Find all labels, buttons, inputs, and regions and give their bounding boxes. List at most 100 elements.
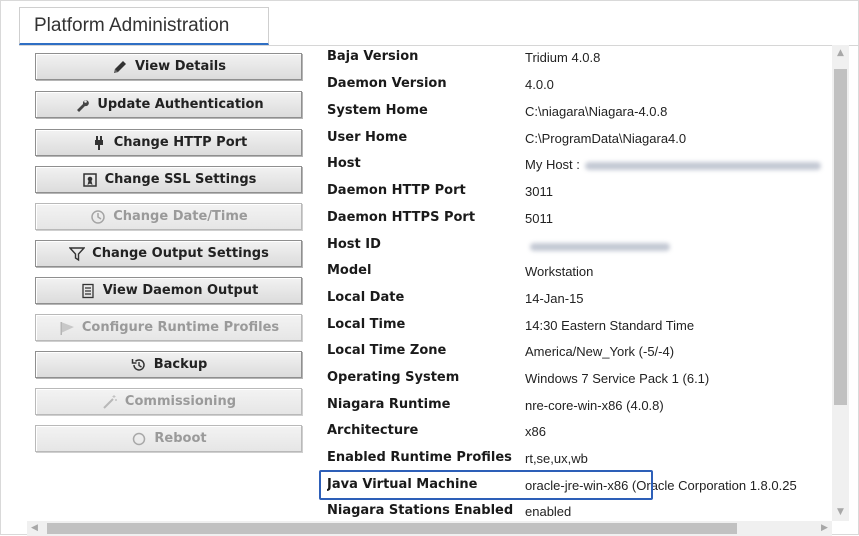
property-row: Host My Host : bbox=[327, 152, 832, 178]
button-label: Change Output Settings bbox=[92, 246, 269, 261]
redacted-value bbox=[584, 161, 821, 170]
wand-icon bbox=[101, 394, 119, 410]
change-output-settings-button[interactable]: Change Output Settings bbox=[35, 240, 302, 267]
property-row: Operating System Windows 7 Service Pack 1… bbox=[327, 366, 832, 392]
property-key: Host bbox=[327, 156, 361, 171]
property-key: Niagara Stations Enabled bbox=[327, 503, 514, 518]
property-value: 14-Jan-15 bbox=[525, 291, 584, 306]
scroll-up-arrow-icon[interactable]: ▲ bbox=[832, 45, 849, 62]
property-row: Daemon HTTPS Port 5011 bbox=[327, 206, 832, 232]
property-row: Local Date 14-Jan-15 bbox=[327, 286, 832, 312]
property-value: C:\ProgramData\Niagara4.0 bbox=[525, 131, 687, 146]
scroll-right-arrow-icon[interactable]: ▶ bbox=[817, 521, 832, 536]
property-value: America/New_York (-5/-4) bbox=[525, 344, 675, 359]
button-label: Reboot bbox=[154, 431, 207, 446]
property-value bbox=[525, 238, 670, 253]
button-label: Commissioning bbox=[124, 394, 237, 409]
vertical-scrollbar[interactable]: ▲ ▼ bbox=[832, 45, 849, 521]
view-details-button[interactable]: View Details bbox=[35, 53, 302, 80]
horizontal-scroll-thumb[interactable] bbox=[47, 523, 737, 534]
platform-admin-view: Platform Administration View Details Upda… bbox=[0, 0, 859, 536]
button-label: Configure Runtime Profiles bbox=[81, 320, 280, 335]
scroll-left-arrow-icon[interactable]: ◀ bbox=[27, 521, 42, 536]
property-row: Architecture x86 bbox=[327, 419, 832, 445]
property-value: C:\niagara\Niagara-4.0.8 bbox=[525, 104, 668, 119]
redacted-value bbox=[530, 242, 670, 251]
property-key: Baja Version bbox=[327, 49, 419, 64]
button-label: Update Authentication bbox=[97, 97, 264, 112]
button-label: Backup bbox=[153, 357, 208, 372]
change-http-port-button[interactable]: Change HTTP Port bbox=[35, 129, 302, 156]
property-value: rt,se,ux,wb bbox=[525, 451, 588, 466]
property-key: Operating System bbox=[327, 370, 460, 385]
tab-platform-administration[interactable]: Platform Administration bbox=[19, 7, 269, 45]
property-row: Niagara Stations Enabled enabled bbox=[327, 499, 832, 521]
certificate-icon bbox=[81, 172, 99, 188]
property-key: Daemon Version bbox=[327, 76, 447, 91]
property-key: Architecture bbox=[327, 423, 419, 438]
property-row: Enabled Runtime Profiles rt,se,ux,wb bbox=[327, 446, 832, 472]
plug-icon bbox=[90, 135, 108, 151]
property-key: Local Date bbox=[327, 290, 405, 305]
power-icon bbox=[130, 431, 148, 447]
property-key: User Home bbox=[327, 130, 408, 145]
pencil-icon bbox=[111, 59, 129, 75]
property-value: 14:30 Eastern Standard Time bbox=[525, 318, 695, 333]
scroll-down-arrow-icon[interactable]: ▼ bbox=[832, 504, 849, 521]
button-label: View Daemon Output bbox=[102, 283, 259, 298]
wrench-icon bbox=[73, 97, 91, 113]
property-row: Baja Version Tridium 4.0.8 bbox=[327, 45, 832, 71]
property-row: User Home C:\ProgramData\Niagara4.0 bbox=[327, 126, 832, 152]
property-key: Host ID bbox=[327, 237, 381, 252]
flag-icon bbox=[58, 320, 76, 336]
history-icon bbox=[130, 357, 148, 373]
property-row: Daemon Version 4.0.0 bbox=[327, 72, 832, 98]
button-label: Change Date/Time bbox=[113, 209, 248, 224]
property-row: Model Workstation bbox=[327, 259, 832, 285]
property-key: Local Time bbox=[327, 317, 406, 332]
property-key: System Home bbox=[327, 103, 428, 118]
commissioning-button[interactable]: Commissioning bbox=[35, 388, 302, 415]
property-row: System Home C:\niagara\Niagara-4.0.8 bbox=[327, 99, 832, 125]
update-authentication-button[interactable]: Update Authentication bbox=[35, 91, 302, 118]
button-label: Change SSL Settings bbox=[104, 172, 257, 187]
backup-button[interactable]: Backup bbox=[35, 351, 302, 378]
property-key: Daemon HTTP Port bbox=[327, 183, 466, 198]
property-value: 4.0.0 bbox=[525, 77, 554, 92]
property-value: Tridium 4.0.8 bbox=[525, 50, 601, 65]
property-row: Host ID bbox=[327, 233, 832, 259]
property-key: Local Time Zone bbox=[327, 343, 447, 358]
property-value: Workstation bbox=[525, 264, 594, 279]
property-row: Java Virtual Machine oracle-jre-win-x86 (… bbox=[327, 473, 832, 499]
reboot-button[interactable]: Reboot bbox=[35, 425, 302, 452]
filter-icon bbox=[68, 246, 86, 262]
property-key: Niagara Runtime bbox=[327, 397, 451, 412]
view-daemon-output-button[interactable]: View Daemon Output bbox=[35, 277, 302, 304]
configure-runtime-profiles-button[interactable]: Configure Runtime Profiles bbox=[35, 314, 302, 341]
change-date-time-button[interactable]: Change Date/Time bbox=[35, 203, 302, 230]
property-row: Local Time 14:30 Eastern Standard Time bbox=[327, 313, 832, 339]
property-key: Java Virtual Machine bbox=[327, 477, 478, 492]
property-row: Daemon HTTP Port 3011 bbox=[327, 179, 832, 205]
property-key: Daemon HTTPS Port bbox=[327, 210, 476, 225]
change-ssl-settings-button[interactable]: Change SSL Settings bbox=[35, 166, 302, 193]
property-row: Local Time Zone America/New_York (-5/-4) bbox=[327, 339, 832, 365]
button-label: Change HTTP Port bbox=[113, 135, 248, 150]
property-value: oracle-jre-win-x86 (Oracle Corporation 1… bbox=[525, 478, 797, 493]
property-key: Model bbox=[327, 263, 372, 278]
horizontal-scrollbar[interactable]: ◀ ▶ bbox=[27, 521, 832, 536]
property-row: Niagara Runtime nre-core-win-x86 (4.0.8) bbox=[327, 393, 832, 419]
button-label: View Details bbox=[135, 59, 226, 74]
platform-properties-table: Baja Version Tridium 4.0.8 Daemon Version 4… bbox=[327, 45, 832, 521]
property-value: x86 bbox=[525, 424, 546, 439]
property-value: 5011 bbox=[525, 211, 553, 226]
property-value: My Host : bbox=[525, 157, 821, 172]
clock-icon bbox=[89, 209, 107, 225]
property-value: Windows 7 Service Pack 1 (6.1) bbox=[525, 371, 710, 386]
property-key: Enabled Runtime Profiles bbox=[327, 450, 512, 465]
property-value: enabled bbox=[525, 504, 572, 519]
property-value: 3011 bbox=[525, 184, 553, 199]
property-value: nre-core-win-x86 (4.0.8) bbox=[525, 398, 664, 413]
vertical-scroll-thumb[interactable] bbox=[834, 69, 847, 405]
document-icon bbox=[79, 283, 97, 299]
